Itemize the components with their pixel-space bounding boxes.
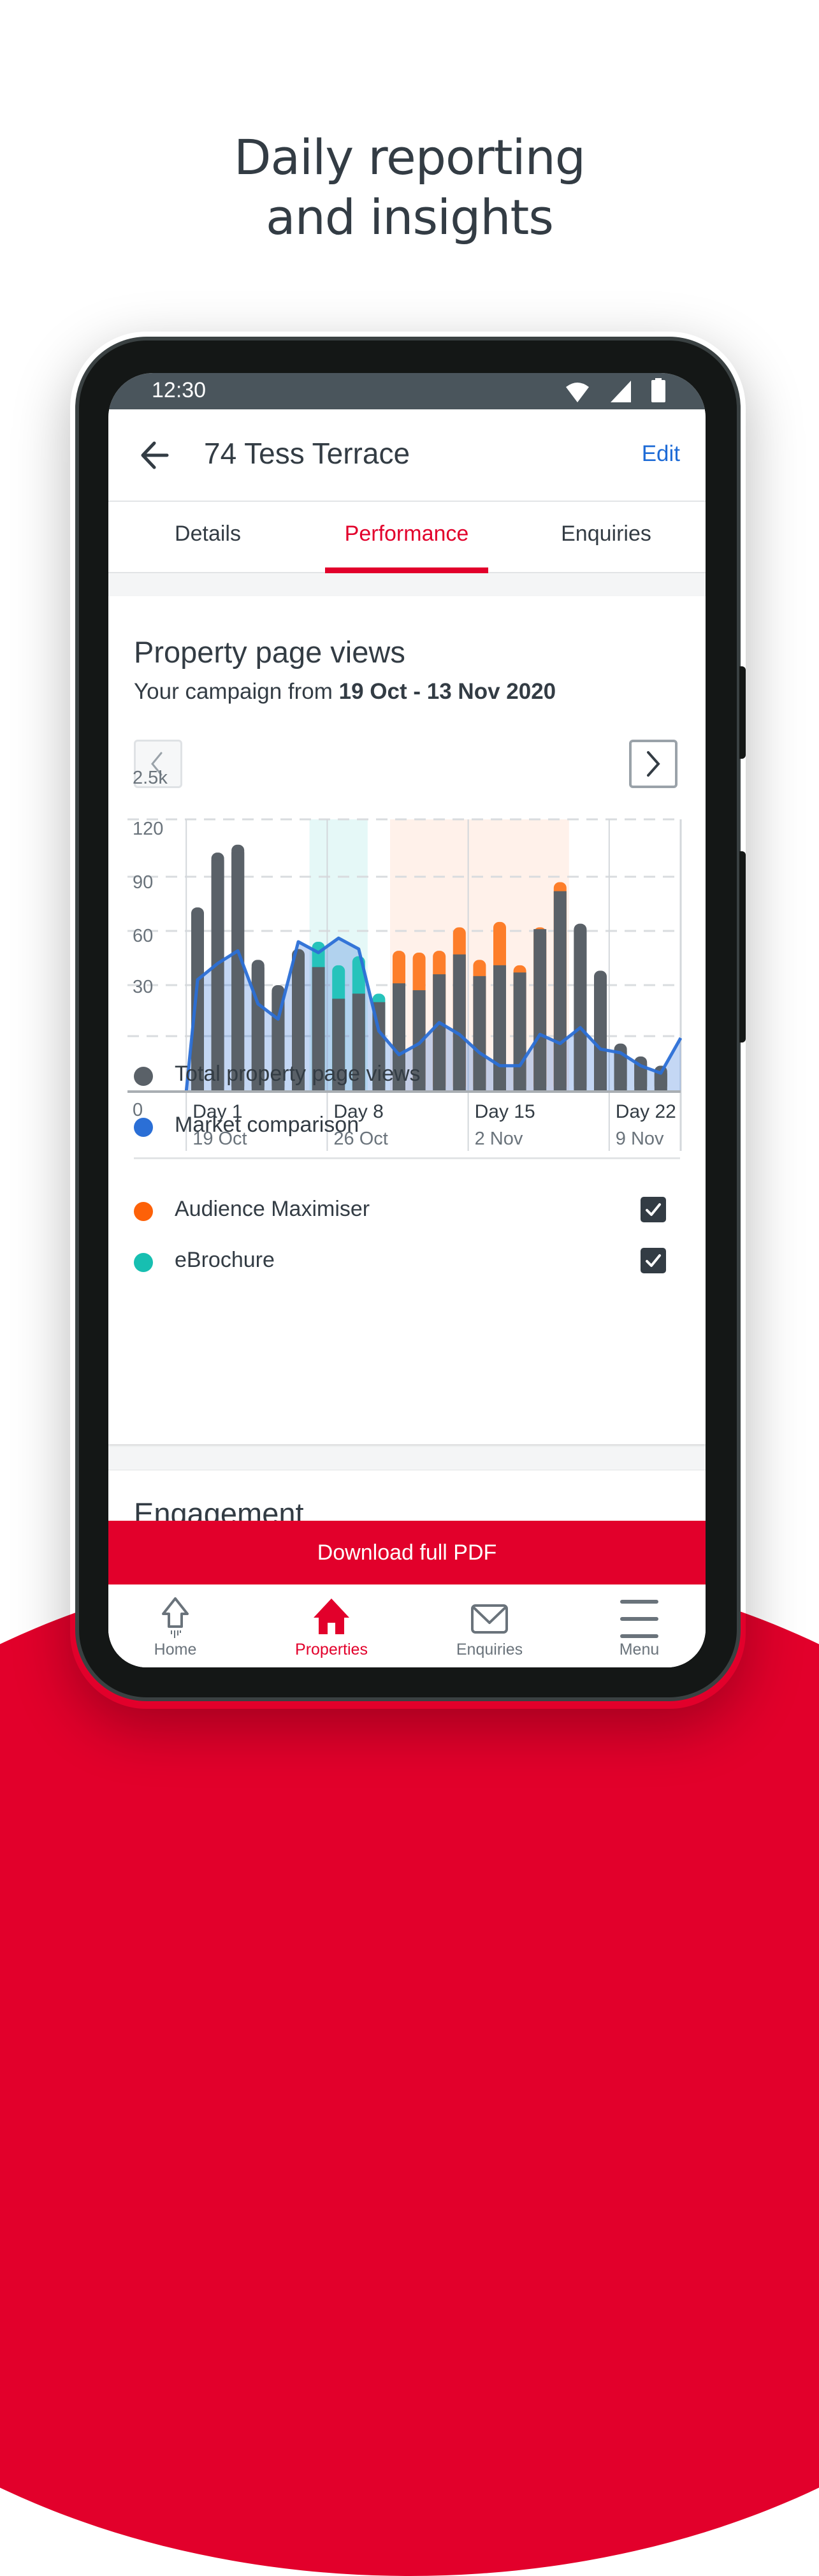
- legend-label-total: Total property page views: [175, 1062, 421, 1086]
- edit-button[interactable]: Edit: [642, 441, 680, 467]
- wifi-icon: [566, 383, 589, 402]
- legend-dot-ebrochure: [134, 1253, 153, 1272]
- phone-power-button: [739, 851, 746, 1043]
- legend-dot-audience-maximiser: [134, 1202, 153, 1221]
- toggle-audience-maximiser[interactable]: Audience Maximiser: [134, 1192, 680, 1230]
- tab-enquiries[interactable]: Enquiries: [507, 502, 706, 572]
- signal-icon: [611, 381, 631, 402]
- red-background-curve: [0, 1556, 819, 2576]
- tab-bar: Details Performance Enquiries: [108, 502, 706, 573]
- phone-screen: 12:30 74 Tess Terrace Edit Details Perfo…: [108, 373, 706, 1667]
- nav-home[interactable]: Home: [118, 1584, 233, 1667]
- headline-line-2: and insights: [266, 189, 554, 245]
- status-bar: 12:30: [108, 373, 706, 409]
- legend-dot-market: [134, 1118, 153, 1137]
- legend-label-audience-maximiser: Audience Maximiser: [175, 1197, 370, 1221]
- audience-maximiser-checkbox[interactable]: [641, 1197, 666, 1222]
- toggle-ebrochure[interactable]: eBrochure: [134, 1243, 680, 1281]
- nav-enquiries[interactable]: Enquiries: [432, 1584, 547, 1667]
- headline-line-1: Daily reporting: [233, 129, 586, 186]
- page-title: 74 Tess Terrace: [204, 437, 410, 470]
- y-tick-label: 30: [133, 977, 153, 997]
- status-time: 12:30: [152, 378, 207, 402]
- nav-enquiries-label: Enquiries: [456, 1641, 523, 1658]
- tab-performance[interactable]: Performance: [307, 502, 506, 573]
- nav-properties-label: Properties: [295, 1641, 368, 1658]
- ebrochure-checkbox[interactable]: [641, 1248, 666, 1273]
- y-tick-label: 2.5k: [133, 768, 168, 788]
- house-icon: [314, 1599, 349, 1634]
- legend-item-total-views: Total property page views: [134, 1057, 680, 1095]
- checkmark-icon: [646, 1254, 661, 1267]
- legend-divider: [134, 1157, 680, 1159]
- tab-details[interactable]: Details: [108, 502, 307, 572]
- nav-home-label: Home: [154, 1641, 197, 1658]
- total-views-bar-body: [231, 852, 245, 1092]
- page-views-chart: 03060901202.5k Day 119 OctDay 826 OctDay…: [127, 768, 683, 1151]
- hamburger-menu-icon: [620, 1600, 658, 1638]
- checkmark-icon: [646, 1203, 661, 1216]
- y-tick-label: 120: [133, 819, 163, 839]
- arrow-left-icon[interactable]: [136, 436, 175, 474]
- envelope-icon: [471, 1604, 508, 1634]
- nav-properties[interactable]: Properties: [274, 1584, 389, 1667]
- app-bar: 74 Tess Terrace Edit: [108, 409, 706, 502]
- battery-icon: [651, 378, 665, 402]
- download-pdf-button[interactable]: Download full PDF: [108, 1521, 706, 1584]
- y-tick-label: 90: [133, 872, 153, 893]
- performance-card: Property page views Your campaign from 1…: [108, 596, 706, 1444]
- bottom-navigation: Home Properties Enquiries Menu: [108, 1584, 706, 1667]
- nav-menu-label: Menu: [619, 1641, 660, 1658]
- marketing-headline: Daily reporting and insights: [0, 128, 819, 247]
- home-upload-icon: [162, 1597, 189, 1638]
- legend-dot-total: [134, 1067, 153, 1086]
- nav-menu[interactable]: Menu: [582, 1584, 697, 1667]
- y-tick-label: 60: [133, 926, 153, 946]
- legend-item-market-comparison: Market comparison: [134, 1108, 680, 1146]
- legend-label-ebrochure: eBrochure: [175, 1248, 275, 1272]
- legend-label-market: Market comparison: [175, 1113, 359, 1137]
- phone-volume-button: [739, 666, 746, 759]
